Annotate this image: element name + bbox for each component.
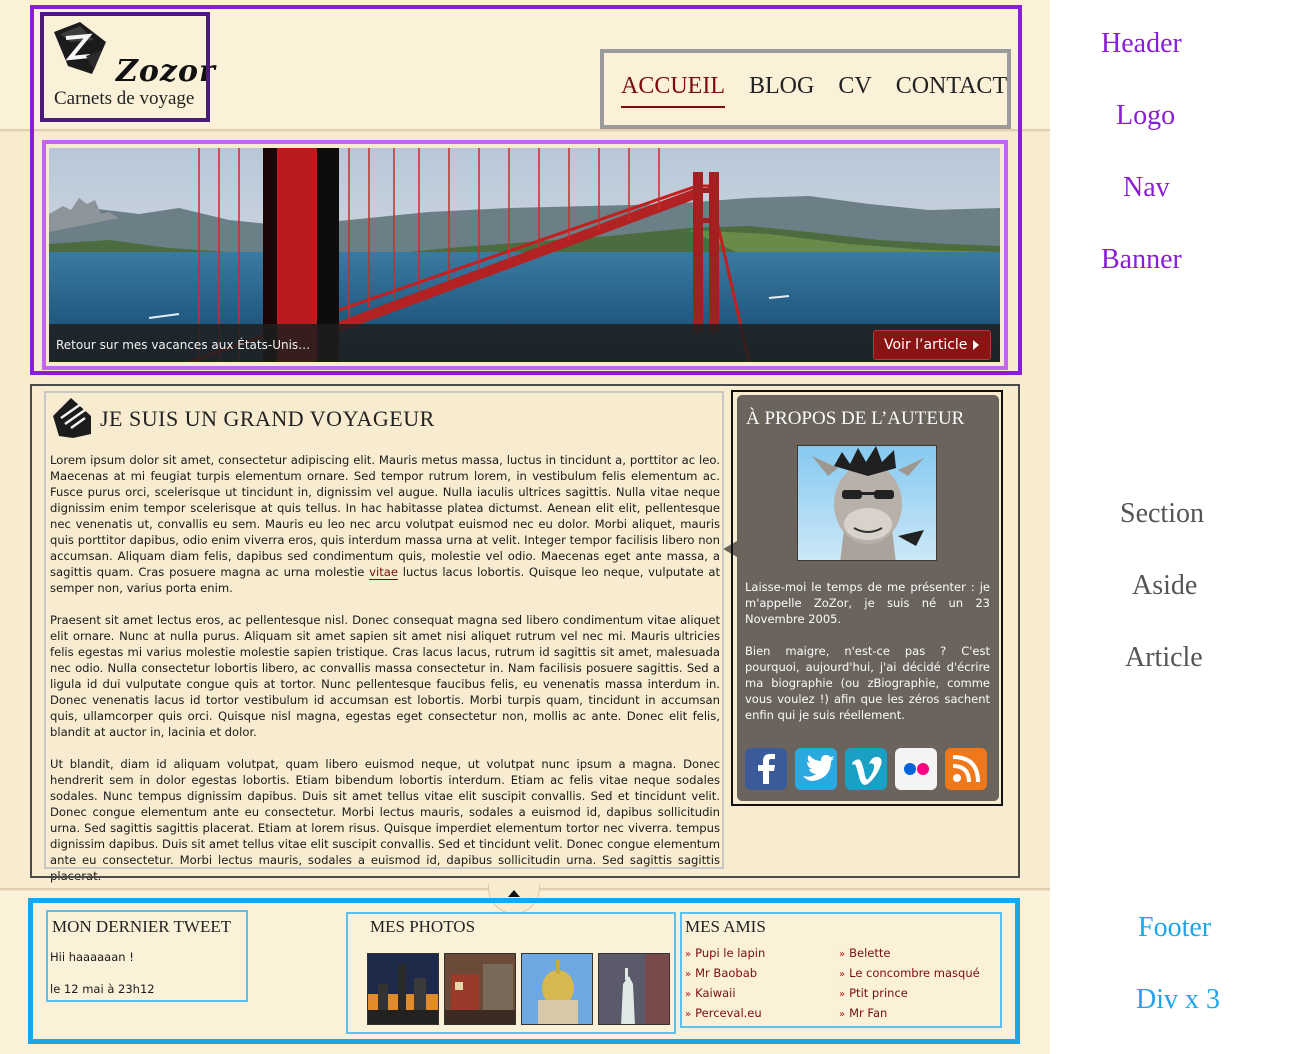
label-article: Article (1125, 642, 1203, 673)
footer-div-outline (346, 912, 676, 1034)
label-logo: Logo (1116, 100, 1176, 131)
label-divs: Div x 3 (1136, 984, 1220, 1015)
aside-outline (731, 390, 1003, 806)
label-header: Header (1101, 28, 1182, 59)
nav-outline (600, 49, 1011, 129)
article-outline (44, 391, 724, 869)
banner-outline (42, 140, 1008, 370)
label-footer: Footer (1138, 912, 1212, 943)
label-banner: Banner (1101, 244, 1182, 275)
footer-div-outline (46, 910, 248, 1002)
label-nav: Nav (1123, 172, 1170, 203)
label-section: Section (1120, 498, 1204, 529)
label-aside: Aside (1132, 570, 1198, 601)
footer-div-outline (680, 912, 1002, 1028)
logo-outline (40, 12, 210, 122)
